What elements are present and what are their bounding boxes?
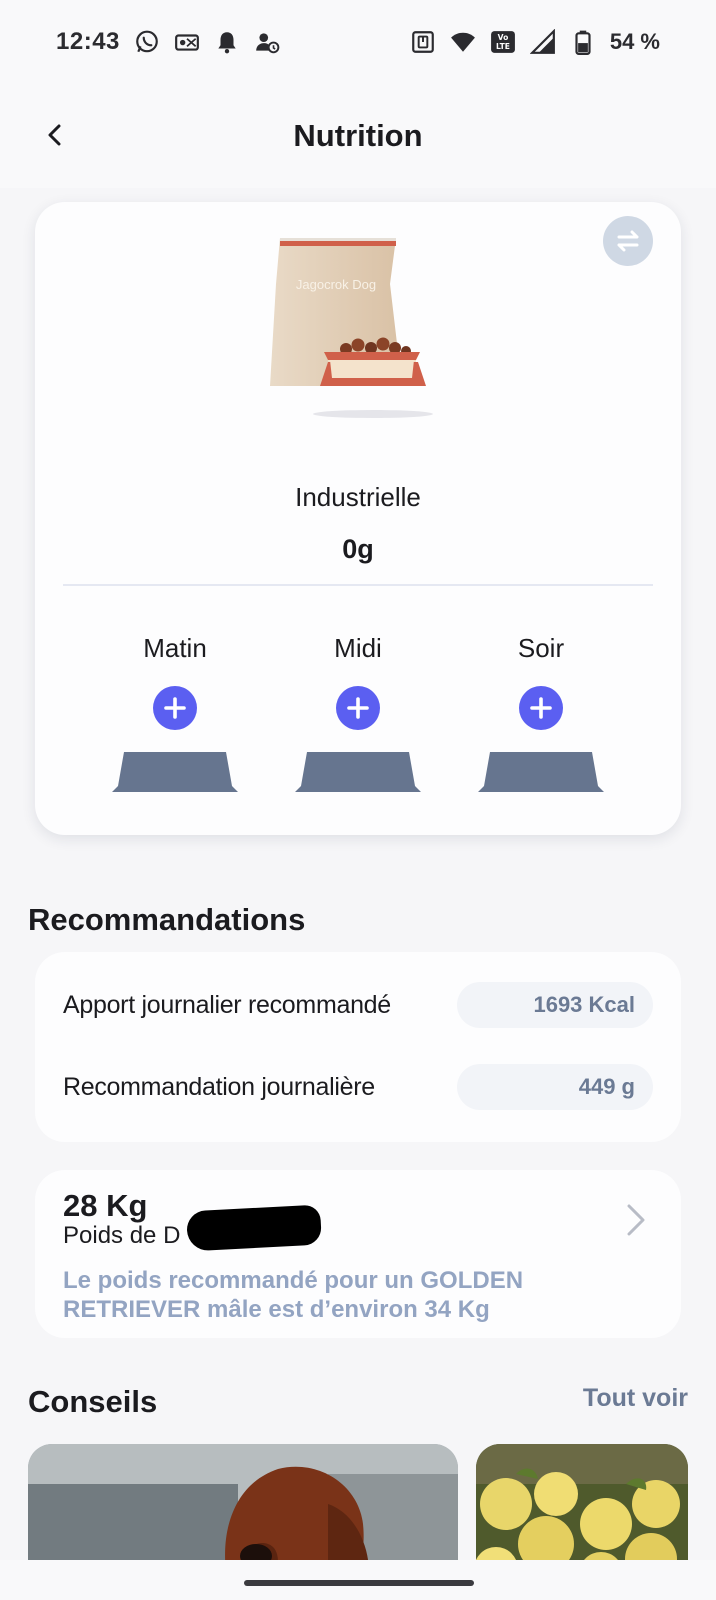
weight-value: 28 Kg bbox=[63, 1188, 148, 1223]
status-left: 12:43 bbox=[56, 28, 280, 56]
bowl-icon bbox=[478, 752, 604, 792]
food-card: Jagocrok Dog Industrielle 0g Matin Midi bbox=[35, 202, 681, 835]
tips-carousel bbox=[28, 1444, 688, 1560]
svg-text:LTE: LTE bbox=[496, 42, 510, 51]
back-button[interactable] bbox=[30, 110, 80, 160]
food-amount-value: 0g bbox=[342, 534, 374, 564]
quince-photo bbox=[476, 1444, 688, 1560]
add-meal-matin-button[interactable] bbox=[153, 686, 197, 730]
nfc-icon bbox=[410, 29, 436, 55]
food-bag-illustration: Jagocrok Dog bbox=[270, 238, 433, 418]
reco-label: Recommandation journalière bbox=[63, 1072, 375, 1101]
meal-label: Soir bbox=[517, 633, 565, 663]
battery-icon bbox=[570, 29, 596, 55]
wifi-icon bbox=[450, 29, 476, 55]
home-indicator[interactable] bbox=[244, 1580, 474, 1586]
plus-icon bbox=[164, 697, 186, 719]
meal-matin: Matin bbox=[100, 630, 250, 810]
whatsapp-icon bbox=[134, 29, 160, 55]
reco-row-daily-intake: Apport journalier recommandé 1693 Kcal bbox=[63, 982, 653, 1028]
reco-value: 449 g bbox=[457, 1064, 653, 1110]
status-right: Vo LTE 54 % bbox=[410, 29, 660, 55]
page-title: Nutrition bbox=[293, 118, 423, 153]
card-divider bbox=[63, 584, 653, 586]
recommendations-card: Apport journalier recommandé 1693 Kcal R… bbox=[35, 952, 681, 1142]
chevron-right-icon bbox=[627, 1204, 645, 1236]
meal-label: Midi bbox=[334, 633, 382, 663]
reco-label: Apport journalier recommandé bbox=[63, 990, 391, 1019]
weight-label: Poids de D bbox=[63, 1222, 181, 1249]
bowl-icon bbox=[112, 752, 238, 792]
reco-value: 1693 Kcal bbox=[457, 982, 653, 1028]
bell-icon bbox=[214, 29, 240, 55]
bag-brand-label: Jagocrok Dog bbox=[296, 277, 376, 292]
dog-photo bbox=[28, 1444, 458, 1560]
add-meal-soir-button[interactable] bbox=[519, 686, 563, 730]
app-header: Nutrition bbox=[0, 84, 716, 188]
signal-icon bbox=[529, 29, 556, 55]
plus-icon bbox=[530, 697, 552, 719]
weight-card[interactable]: 28 Kg Poids de D Le poids recommandé pou… bbox=[35, 1170, 681, 1338]
recommendations-title: Recommandations bbox=[28, 902, 306, 937]
svg-text:Vo: Vo bbox=[498, 33, 509, 42]
battery-percentage: 54 % bbox=[609, 29, 660, 54]
food-type-label: Industrielle bbox=[295, 482, 421, 512]
nutrition-screen: 12:43 Vo LTE 54 % Nutrition Jagocrok Dog… bbox=[0, 0, 716, 1600]
plus-icon bbox=[347, 697, 369, 719]
see-all-link[interactable]: Tout voir bbox=[583, 1384, 688, 1413]
tip-card[interactable] bbox=[28, 1444, 458, 1560]
alarm-icon bbox=[254, 29, 280, 55]
swap-icon bbox=[617, 230, 639, 252]
tips-title: Conseils bbox=[28, 1384, 158, 1419]
chevron-left-icon bbox=[48, 124, 61, 146]
meal-midi: Midi bbox=[283, 630, 433, 810]
reco-row-daily-amount: Recommandation journalière 449 g bbox=[63, 1064, 653, 1110]
meal-soir: Soir bbox=[466, 630, 616, 810]
volte-icon: Vo LTE bbox=[490, 29, 516, 55]
tip-card[interactable] bbox=[476, 1444, 688, 1560]
status-bar: 12:43 Vo LTE 54 % bbox=[0, 0, 716, 84]
redacted-pet-name bbox=[186, 1204, 322, 1252]
bowl-icon bbox=[295, 752, 421, 792]
recommended-weight-note: Le poids recommandé pour un GOLDEN RETRI… bbox=[63, 1267, 524, 1323]
status-time: 12:43 bbox=[56, 28, 120, 55]
swap-food-button[interactable] bbox=[603, 216, 653, 266]
voicemail-icon bbox=[174, 29, 200, 55]
add-meal-midi-button[interactable] bbox=[336, 686, 380, 730]
meal-label: Matin bbox=[143, 633, 207, 663]
